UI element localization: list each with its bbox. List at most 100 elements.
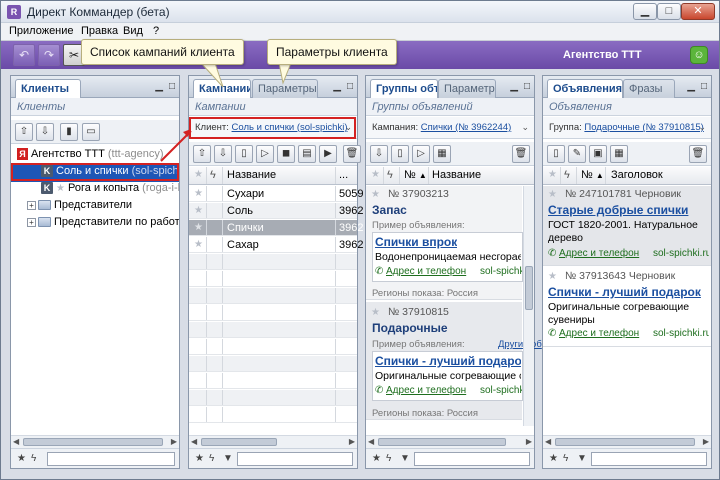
star-filter-icon[interactable]: ★ <box>549 453 558 464</box>
panel-maximize-icon[interactable]: □ <box>701 81 707 92</box>
new-doc-icon[interactable]: ▯ <box>391 145 409 163</box>
start-icon[interactable]: ▷ <box>412 145 430 163</box>
ads-filter-input[interactable] <box>591 452 707 466</box>
funnel-icon[interactable]: ▼ <box>400 453 410 464</box>
column-headline[interactable]: Заголовок <box>611 169 663 181</box>
undo-icon[interactable]: ↶ <box>13 44 35 66</box>
tree-folder-representatives[interactable]: + Представители <box>11 199 179 216</box>
group-title[interactable]: Подарочные <box>372 321 448 335</box>
chevron-down-icon[interactable]: ⌄ <box>698 122 706 133</box>
scroll-right-icon[interactable]: ▶ <box>526 437 532 446</box>
scroll-right-icon[interactable]: ▶ <box>171 437 177 446</box>
column-name[interactable]: Название <box>227 169 276 181</box>
tab-clients[interactable]: Клиенты <box>15 79 81 98</box>
panel-minimize-icon[interactable]: ▁ <box>687 81 695 92</box>
card-icon[interactable]: ▭ <box>82 123 100 141</box>
panel-minimize-icon[interactable]: ▁ <box>510 81 518 92</box>
scroll-thumb[interactable] <box>378 438 506 446</box>
campaigns-filter-input[interactable] <box>237 452 353 466</box>
star-icon[interactable]: ★ <box>548 271 557 282</box>
stats-icon[interactable]: ▮ <box>60 123 78 141</box>
scroll-thumb[interactable] <box>555 438 695 446</box>
star-icon[interactable]: ★ <box>371 189 380 200</box>
campaign-link[interactable]: Спички (№ 3962244) <box>421 122 512 133</box>
delete-icon[interactable]: 🗑 <box>343 145 361 163</box>
maximize-button[interactable]: □ <box>657 3 681 20</box>
contacts-link[interactable]: Адрес и телефон <box>559 248 639 259</box>
funnel-icon[interactable]: ▼ <box>577 453 587 464</box>
clients-filter-input[interactable] <box>47 452 175 466</box>
ads-hscroll[interactable]: ◀ ▶ <box>543 435 711 448</box>
panel-minimize-icon[interactable]: ▁ <box>333 81 341 92</box>
tab-ad-groups[interactable]: Группы объявлений <box>370 79 438 98</box>
clients-hscroll[interactable]: ◀ ▶ <box>11 435 179 448</box>
campaign-row[interactable]: ★ Сахар 3962 <box>189 237 363 253</box>
panel-maximize-icon[interactable]: □ <box>524 81 530 92</box>
flash-column-icon[interactable]: ϟ <box>564 169 570 181</box>
star-icon[interactable]: ★ <box>194 222 203 233</box>
ad-title[interactable]: Спички - лучший подарок <box>548 285 708 299</box>
flash-column-icon[interactable]: ϟ <box>387 169 393 181</box>
minimize-button[interactable]: ▁ <box>633 3 657 20</box>
new-doc-icon[interactable]: ▯ <box>235 145 253 163</box>
edit-icon[interactable]: ✎ <box>568 145 586 163</box>
menu-help[interactable]: ? <box>153 25 159 37</box>
tab-campaigns[interactable]: Кампании <box>193 79 251 98</box>
close-button[interactable]: ✕ <box>681 3 715 20</box>
robot-icon[interactable]: ☺ <box>690 46 708 64</box>
column-more[interactable]: ... <box>339 169 348 181</box>
campaign-row[interactable]: ★ Сухари 5059 <box>189 186 363 202</box>
redo-icon[interactable]: ↷ <box>38 44 60 66</box>
example-ad-title[interactable]: Спички впрок <box>375 235 457 249</box>
star-filter-icon[interactable]: ★ <box>372 453 381 464</box>
menu-view[interactable]: Вид <box>123 25 143 37</box>
groups-filter-input[interactable] <box>414 452 530 466</box>
star-icon[interactable]: ★ <box>371 307 380 318</box>
scroll-thumb[interactable] <box>201 438 277 446</box>
star-filter-icon[interactable]: ★ <box>195 453 204 464</box>
star-icon[interactable]: ★ <box>548 189 557 200</box>
upload-icon[interactable]: ⇧ <box>15 123 33 141</box>
star-column-icon[interactable]: ★ <box>548 169 557 180</box>
scroll-right-icon[interactable]: ▶ <box>703 437 709 446</box>
delete-icon[interactable]: 🗑 <box>512 145 530 163</box>
start-icon[interactable]: ▷ <box>256 145 274 163</box>
group-title[interactable]: Запас <box>372 203 407 217</box>
tree-folder-client-reps[interactable]: + Представители по работе с клиентами <box>11 216 179 233</box>
scroll-right-icon[interactable]: ▶ <box>349 437 355 446</box>
star-icon[interactable]: ★ <box>194 239 203 250</box>
chevron-down-icon[interactable]: ⌄ <box>521 122 529 133</box>
menu-application[interactable]: Приложение <box>9 25 74 37</box>
column-name[interactable]: Название <box>432 169 481 181</box>
stop-icon[interactable]: ◼ <box>277 145 295 163</box>
download-icon[interactable]: ⇩ <box>370 145 388 163</box>
contacts-link[interactable]: Адрес и телефон <box>386 385 466 396</box>
flash-filter-icon[interactable]: ϟ <box>386 453 391 464</box>
image-icon[interactable]: ▣ <box>589 145 607 163</box>
download-icon[interactable]: ⇩ <box>36 123 54 141</box>
campaign-row[interactable]: ★ Соль 3962 <box>189 203 363 219</box>
column-number[interactable]: № ▲ <box>581 169 604 181</box>
panel-maximize-icon[interactable]: □ <box>347 81 353 92</box>
panel-minimize-icon[interactable]: ▁ <box>155 81 163 92</box>
flash-column-icon[interactable]: ϟ <box>210 169 216 181</box>
campaign-context[interactable]: Кампания: Спички (№ 3962244) ⌄ <box>366 117 534 139</box>
expand-icon[interactable]: + <box>27 200 36 210</box>
funnel-icon[interactable]: ▼ <box>223 453 233 464</box>
resume-icon[interactable]: ▶ <box>319 145 337 163</box>
group-link[interactable]: Подарочные (№ 37910815) <box>584 122 703 133</box>
star-icon[interactable]: ★ <box>194 188 203 199</box>
scroll-left-icon[interactable]: ◀ <box>545 437 551 446</box>
contacts-link[interactable]: Адрес и телефон <box>386 266 466 277</box>
campaign-row-selected[interactable]: ★ Спички 3962 <box>189 220 363 236</box>
scroll-thumb[interactable] <box>23 438 163 446</box>
ad-title[interactable]: Старые добрые спички <box>548 203 708 217</box>
flash-filter-icon[interactable]: ϟ <box>209 453 214 464</box>
star-icon[interactable]: ★ <box>194 205 203 216</box>
table-icon[interactable]: ▦ <box>433 145 451 163</box>
star-filter-icon[interactable]: ★ <box>17 453 26 464</box>
table-icon[interactable]: ▦ <box>610 145 628 163</box>
tab-group-parameters[interactable]: Параметры <box>438 79 496 98</box>
column-number[interactable]: № ▲ <box>404 169 427 181</box>
tab-phrases[interactable]: Фразы <box>623 79 675 98</box>
